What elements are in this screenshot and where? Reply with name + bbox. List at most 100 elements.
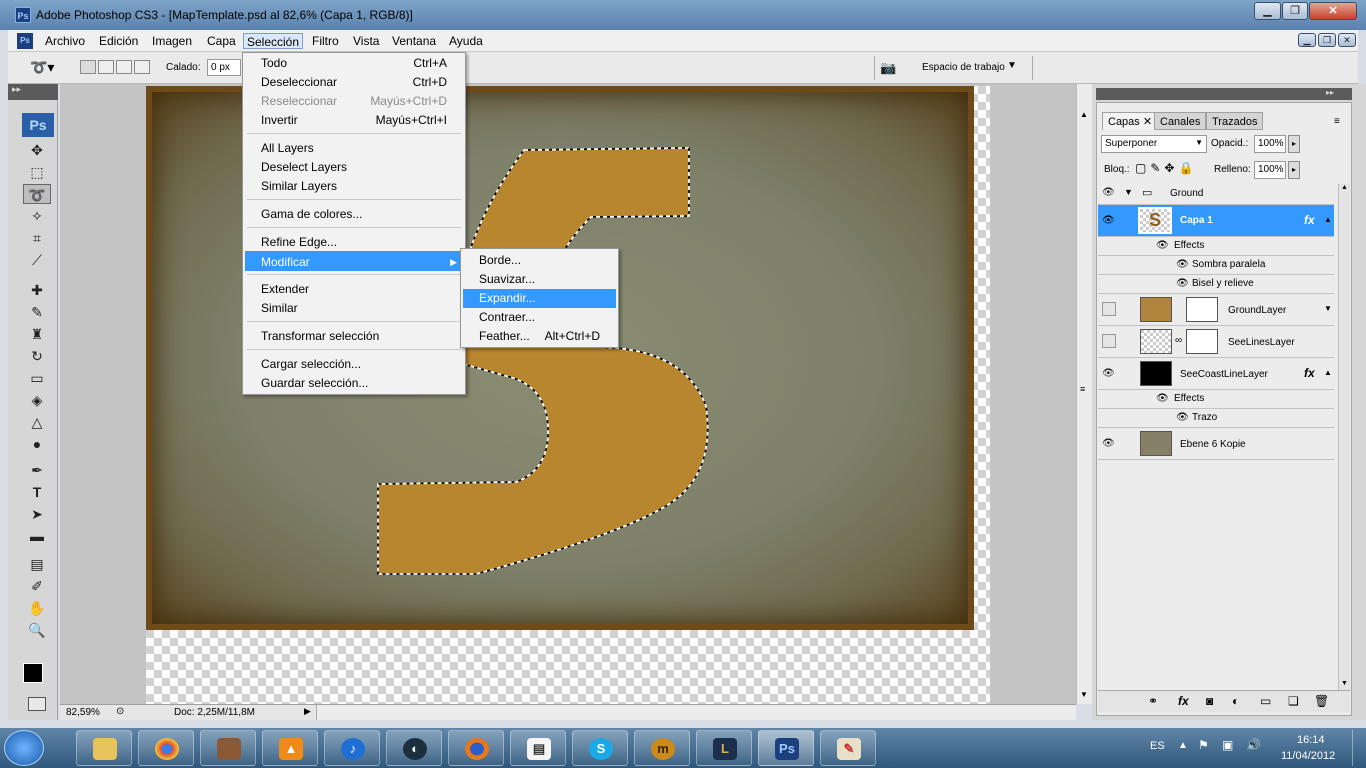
opacity-slider-button[interactable]: ▸ <box>1288 135 1300 153</box>
taskbar-firefox[interactable] <box>448 730 504 766</box>
layer-group-ground[interactable]: 👁 ▼ ▭ Ground <box>1098 183 1334 205</box>
adjustment-layer-icon[interactable]: ◐ <box>1232 694 1239 708</box>
maximize-button[interactable]: ❐ <box>1282 2 1308 20</box>
taskbar-paint[interactable]: ✎ <box>820 730 876 766</box>
menu-ayuda[interactable]: Ayuda <box>446 33 486 49</box>
opacity-input[interactable]: 100% <box>1254 135 1286 153</box>
pen-tool-icon[interactable]: ✒ <box>23 460 51 480</box>
fill-input[interactable]: 100% <box>1254 161 1286 179</box>
eyedropper-icon[interactable]: ✐ <box>23 576 51 596</box>
status-arrow-icon[interactable]: ▶ <box>304 706 311 717</box>
doc-close-button[interactable]: ✕ <box>1338 33 1356 47</box>
panel-collapse-header[interactable]: ▸▸ <box>1096 88 1352 100</box>
effect-trazo-row[interactable]: 👁 Trazo <box>1098 409 1334 428</box>
slice-tool-icon[interactable]: ⟋ <box>23 250 51 270</box>
eye-icon[interactable]: 👁 <box>1102 438 1115 449</box>
menu-edicion[interactable]: Edición <box>96 33 141 49</box>
menu-item-modificar[interactable]: Modificar <box>261 253 310 271</box>
menu-item-guardar[interactable]: Guardar selección... <box>261 374 368 392</box>
clock-date[interactable]: 11/04/2012 <box>1281 750 1335 762</box>
fill-slider-button[interactable]: ▸ <box>1288 161 1300 179</box>
effect-sombra-row[interactable]: 👁 Sombra paralela <box>1098 256 1334 275</box>
menu-item-similar[interactable]: Similar <box>261 299 298 317</box>
intersect-selection-icon[interactable] <box>134 60 150 74</box>
layer-groundlayer[interactable]: GroundLayer ▼ <box>1098 294 1334 326</box>
taskbar-league[interactable]: L <box>696 730 752 766</box>
effect-bisel-row[interactable]: 👁 Bisel y relieve <box>1098 275 1334 294</box>
show-hidden-icons-icon[interactable]: ▲ <box>1178 740 1188 751</box>
menu-item-expandir[interactable]: Expandir... <box>479 289 536 307</box>
layer-seelineslayer[interactable]: ∞ SeeLinesLayer <box>1098 326 1334 358</box>
eye-icon[interactable]: 👁 <box>1102 187 1115 198</box>
brush-tool-icon[interactable]: ✎ <box>23 302 51 322</box>
ps-logo-icon[interactable]: Ps <box>22 113 54 137</box>
layer-seecoastlinelayer[interactable]: 👁 SeeCoastLineLayer fx ▲ <box>1098 358 1334 390</box>
network-icon[interactable]: ▣ <box>1222 738 1233 752</box>
lasso-tool-icon[interactable]: ➰ <box>23 184 51 204</box>
menu-item-suavizar[interactable]: Suavizar... <box>479 270 535 288</box>
taskbar-app-dark[interactable]: ◐ <box>386 730 442 766</box>
menu-item-cargar[interactable]: Cargar selección... <box>261 355 361 373</box>
eye-icon[interactable]: 👁 <box>1176 259 1189 270</box>
menu-vista[interactable]: Vista <box>350 33 382 49</box>
visibility-box[interactable] <box>1102 302 1116 316</box>
layer-capa-1[interactable]: 👁 S Capa 1 fx ▲ <box>1098 205 1334 237</box>
fx-icon[interactable]: fx <box>1304 366 1315 380</box>
foreground-color-swatch[interactable] <box>23 663 43 683</box>
menu-item-gama-colores[interactable]: Gama de colores... <box>261 205 362 223</box>
chain-link-icon[interactable]: ∞ <box>1175 335 1182 346</box>
lock-icons[interactable]: ▢✎✥🔒 <box>1135 161 1197 175</box>
paint-bucket-icon[interactable]: ◈ <box>23 390 51 410</box>
expand-triangle-icon[interactable]: ▼ <box>1124 187 1133 197</box>
menu-item-extender[interactable]: Extender <box>261 280 309 298</box>
add-selection-icon[interactable] <box>98 60 114 74</box>
scroll-grip-icon[interactable]: ≡ <box>1080 384 1085 394</box>
eye-icon[interactable]: 👁 <box>1176 278 1189 289</box>
volume-icon[interactable]: 🔊 <box>1246 738 1261 752</box>
start-button[interactable] <box>4 730 44 766</box>
tab-trazados[interactable]: Trazados <box>1206 112 1264 130</box>
quick-mask-icon[interactable] <box>28 697 46 711</box>
menu-item-similar-layers[interactable]: Similar Layers <box>261 177 337 195</box>
blend-mode-select[interactable]: Superponer ▼ <box>1101 135 1207 153</box>
lasso-tool-preset-icon[interactable]: ➰▾ <box>30 59 54 76</box>
zoom-tool-icon[interactable]: 🔍 <box>23 620 51 640</box>
menu-item-deselect-layers[interactable]: Deselect Layers <box>261 158 347 176</box>
show-desktop-button[interactable] <box>1352 730 1366 766</box>
tab-canales[interactable]: Canales <box>1154 112 1207 130</box>
action-center-icon[interactable]: ⚑ <box>1198 738 1209 752</box>
taskbar-vlc[interactable]: ▲ <box>262 730 318 766</box>
fx-icon[interactable]: fx <box>1304 213 1315 227</box>
document-ps-icon[interactable]: Ps <box>17 33 33 49</box>
new-selection-icon[interactable] <box>80 60 96 74</box>
marquee-tool-icon[interactable]: ⬚ <box>23 162 51 182</box>
eraser-tool-icon[interactable]: ▭ <box>23 368 51 388</box>
menu-capa[interactable]: Capa <box>204 33 239 49</box>
tab-capas[interactable]: Capas ✕ <box>1102 112 1159 130</box>
bridge-icon[interactable]: 📷 <box>880 60 896 76</box>
blur-tool-icon[interactable]: △ <box>23 412 51 432</box>
dodge-tool-icon[interactable]: ● <box>23 434 51 454</box>
eye-icon[interactable]: 👁 <box>1156 240 1169 251</box>
scroll-down-icon[interactable]: ▼ <box>1341 680 1348 687</box>
workspace-dropdown[interactable]: Espacio de trabajo <box>922 62 1005 73</box>
taskbar-itunes[interactable]: ♪ <box>324 730 380 766</box>
collapse-arrow-icon[interactable]: ▲ <box>1324 368 1332 377</box>
minimize-button[interactable]: ▁ <box>1254 2 1281 20</box>
eye-icon[interactable]: 👁 <box>1176 412 1189 423</box>
healing-brush-icon[interactable]: ✚ <box>23 280 51 300</box>
link-layers-icon[interactable]: ⚭ <box>1148 694 1158 708</box>
taskbar-explorer[interactable] <box>76 730 132 766</box>
layers-scrollbar[interactable]: ▲ ▼ <box>1338 184 1350 690</box>
menu-item-all-layers[interactable]: All Layers <box>261 139 314 157</box>
effects-row[interactable]: 👁 Effects <box>1098 237 1334 256</box>
add-style-icon[interactable]: fx <box>1178 694 1189 708</box>
chevron-down-icon[interactable]: ▼ <box>1007 60 1017 71</box>
menu-item-todo[interactable]: Todo <box>261 54 287 72</box>
layer-ebene-6-kopie[interactable]: 👁 Ebene 6 Kopie <box>1098 428 1334 460</box>
eye-icon[interactable]: 👁 <box>1102 368 1115 379</box>
taskbar-skype[interactable]: S <box>572 730 628 766</box>
menu-seleccion[interactable]: Selección <box>243 33 304 49</box>
notes-tool-icon[interactable]: ▤ <box>23 554 51 574</box>
taskbar-photoshop[interactable]: Ps <box>758 730 814 766</box>
